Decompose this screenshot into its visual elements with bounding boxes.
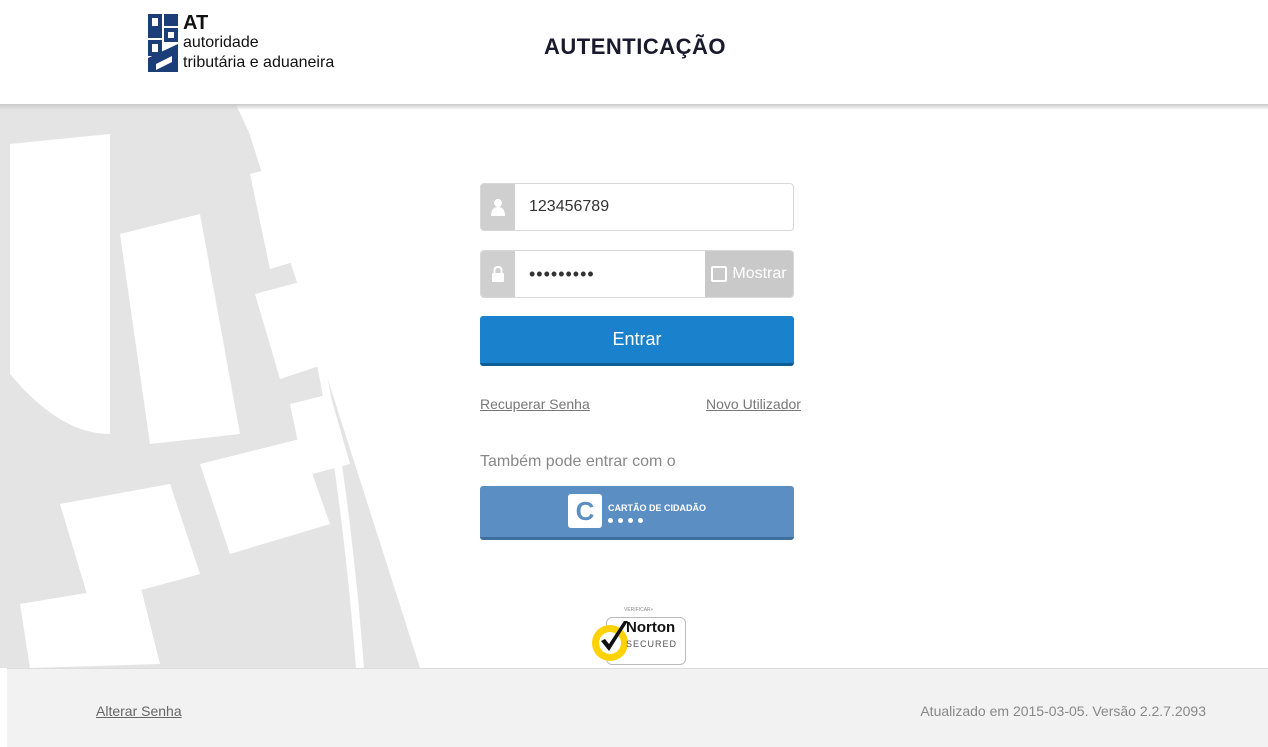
- header: AT autoridade tributária e aduaneira AUT…: [0, 0, 1268, 104]
- header-shadow: [0, 104, 1268, 110]
- alternative-login-text: Também pode entrar com o: [480, 453, 676, 470]
- norton-secured-label: SECURED: [626, 639, 678, 649]
- version-info: Atualizado em 2015-03-05. Versão 2.2.7.2…: [920, 703, 1206, 719]
- citizen-card-icon: C: [568, 494, 602, 528]
- user-icon: [481, 184, 515, 230]
- username-field[interactable]: [480, 183, 794, 231]
- checkbox-icon[interactable]: [711, 266, 728, 282]
- change-password-link[interactable]: Alterar Senha: [96, 703, 182, 719]
- norton-brand-name: Norton: [626, 619, 676, 636]
- page-title: AUTENTICAÇÃO: [544, 34, 726, 59]
- logo-text-line1: autoridade: [183, 34, 259, 51]
- password-input[interactable]: [515, 251, 705, 297]
- logo-abbreviation: AT: [183, 12, 209, 34]
- at-emblem-icon: [146, 12, 180, 74]
- citizen-card-dots: [608, 518, 643, 523]
- login-page: AT autoridade tributária e aduaneira AUT…: [0, 0, 1268, 747]
- lock-icon: [481, 251, 515, 297]
- username-input[interactable]: [515, 184, 793, 230]
- recover-password-link[interactable]: Recuperar Senha: [480, 396, 590, 412]
- footer: Alterar Senha Atualizado em 2015-03-05. …: [7, 668, 1268, 747]
- logo-text-line2: tributária e aduaneira: [183, 54, 335, 71]
- password-field[interactable]: Mostrar: [480, 250, 794, 298]
- new-user-link[interactable]: Novo Utilizador: [706, 396, 801, 412]
- citizen-card-label: CARTÃO DE CIDADÃO: [608, 503, 706, 513]
- background-emblem-icon: [0, 104, 420, 668]
- norton-secured-badge[interactable]: VERIFICAR» Norton SECURED: [586, 605, 686, 667]
- at-logo[interactable]: AT autoridade tributária e aduaneira: [146, 12, 346, 78]
- show-password-label: Mostrar: [732, 265, 787, 282]
- citizen-card-login-button[interactable]: C CARTÃO DE CIDADÃO: [480, 486, 794, 540]
- login-button[interactable]: Entrar: [480, 316, 794, 366]
- show-password-toggle[interactable]: Mostrar: [705, 251, 793, 297]
- norton-verify-label: VERIFICAR»: [624, 607, 654, 613]
